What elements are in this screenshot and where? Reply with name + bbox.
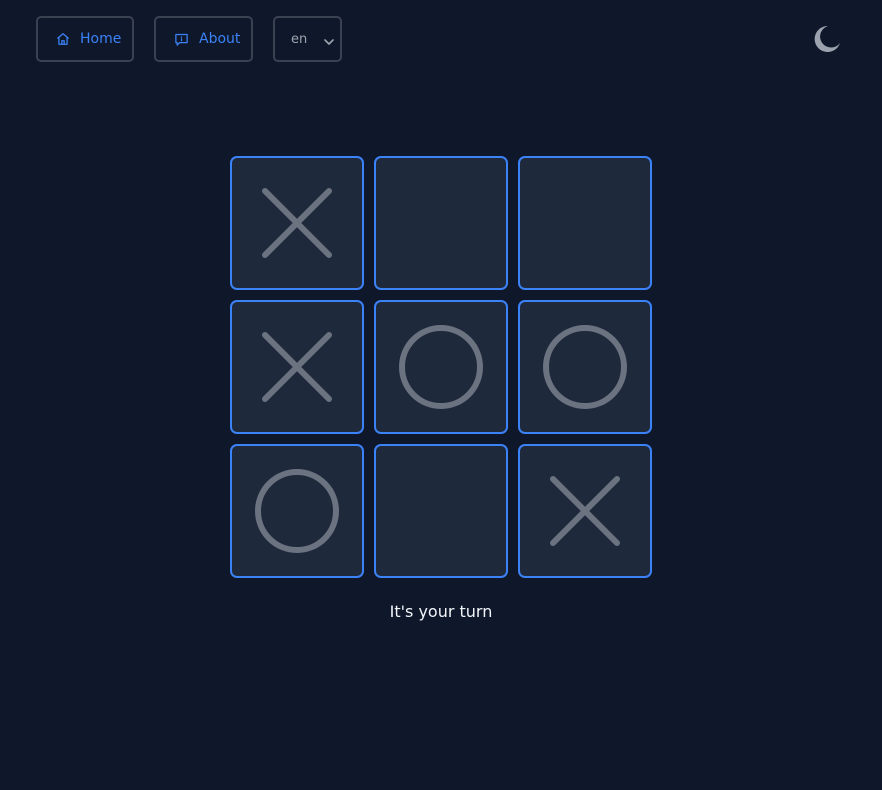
about-label: About [199, 31, 241, 47]
home-icon [56, 32, 70, 46]
board-cell[interactable] [230, 444, 364, 578]
board-cell[interactable] [518, 156, 652, 290]
board-cell[interactable] [230, 300, 364, 434]
o-mark-icon [255, 469, 339, 553]
board-cell[interactable] [374, 444, 508, 578]
info-chat-icon [174, 32, 189, 47]
x-mark-icon [262, 332, 332, 402]
theme-toggle-button[interactable] [811, 23, 843, 55]
language-value: en [291, 31, 308, 47]
board-cell[interactable] [230, 156, 364, 290]
moon-icon [811, 25, 843, 59]
board-cell[interactable] [374, 300, 508, 434]
board-cell[interactable] [518, 444, 652, 578]
chevron-down-icon [324, 35, 334, 50]
o-mark-icon [399, 325, 483, 409]
o-mark-icon [543, 325, 627, 409]
language-select[interactable]: en [273, 16, 342, 62]
turn-status: It's your turn [389, 602, 493, 621]
about-button[interactable]: About [154, 16, 253, 62]
home-button[interactable]: Home [36, 16, 134, 62]
board-cell[interactable] [518, 300, 652, 434]
x-mark-icon [550, 476, 620, 546]
home-label: Home [80, 31, 122, 47]
x-mark-icon [262, 188, 332, 258]
game-board [230, 156, 652, 578]
game-page: Home About en It's your turn [0, 0, 882, 790]
board-cell[interactable] [374, 156, 508, 290]
